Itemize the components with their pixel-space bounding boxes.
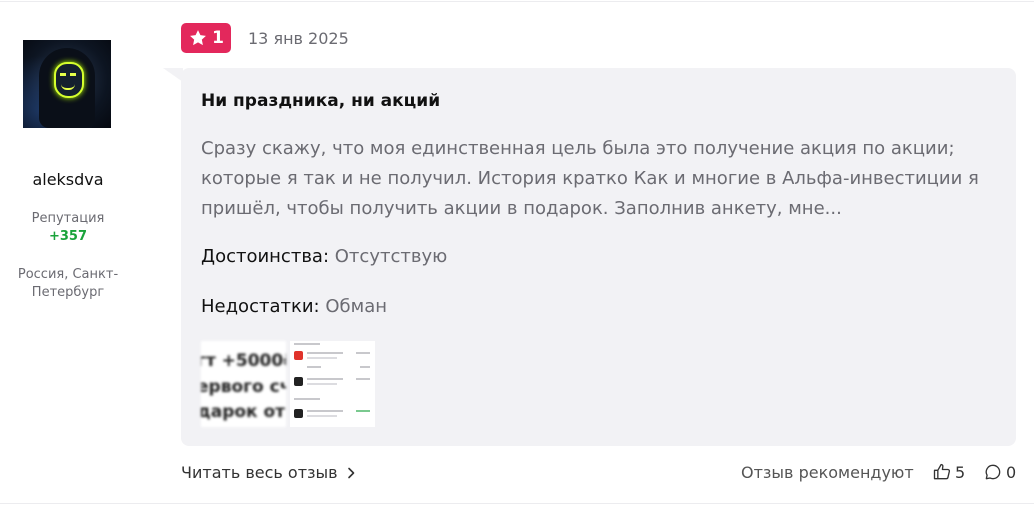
- bottom-divider: [0, 503, 1034, 504]
- top-divider: [0, 1, 1034, 2]
- rating-value: 1: [212, 28, 224, 48]
- cons-label: Недостатки:: [201, 296, 320, 317]
- review-card: Ни праздника, ни акций Сразу скажу, что …: [181, 68, 1016, 446]
- like-button[interactable]: 5: [932, 462, 965, 482]
- rating-badge: 1: [181, 23, 231, 53]
- review-body: Сразу скажу, что моя единственная цель б…: [201, 138, 979, 219]
- avatar[interactable]: [23, 40, 111, 128]
- read-more-label: Читать весь отзыв: [181, 463, 338, 482]
- reputation-value: +357: [48, 229, 88, 244]
- comments-button[interactable]: 0: [983, 462, 1016, 482]
- attachment-thumbnail[interactable]: [290, 341, 375, 427]
- review-date: 13 янв 2025: [248, 29, 349, 48]
- reputation-label: Репутация: [31, 211, 105, 226]
- attachment-thumbnail[interactable]: гт +5000₽ з ервого сче дарок от бр: [201, 341, 286, 427]
- comment-icon: [985, 464, 1001, 480]
- author-location: Россия, Санкт-Петербург: [17, 267, 119, 300]
- review-pros: Достоинства: Отсутствую: [201, 246, 447, 267]
- cons-value: Обман: [325, 296, 387, 317]
- recommend-label: Отзыв рекомендуют: [741, 463, 914, 482]
- pros-value: Отсутствую: [334, 246, 448, 267]
- read-full-review-link[interactable]: Читать весь отзыв: [181, 463, 356, 482]
- pros-label: Достоинства:: [201, 246, 330, 267]
- thumbs-up-icon: [933, 463, 951, 480]
- likes-count: 5: [955, 462, 966, 482]
- review-title[interactable]: Ни праздника, ни акций: [201, 91, 440, 111]
- review-cons: Недостатки: Обман: [201, 296, 387, 317]
- star-icon: [190, 30, 206, 46]
- comments-count: 0: [1006, 462, 1017, 482]
- author-username[interactable]: aleksdva: [0, 170, 136, 189]
- chevron-right-icon: [347, 467, 354, 478]
- card-pointer: [163, 68, 183, 82]
